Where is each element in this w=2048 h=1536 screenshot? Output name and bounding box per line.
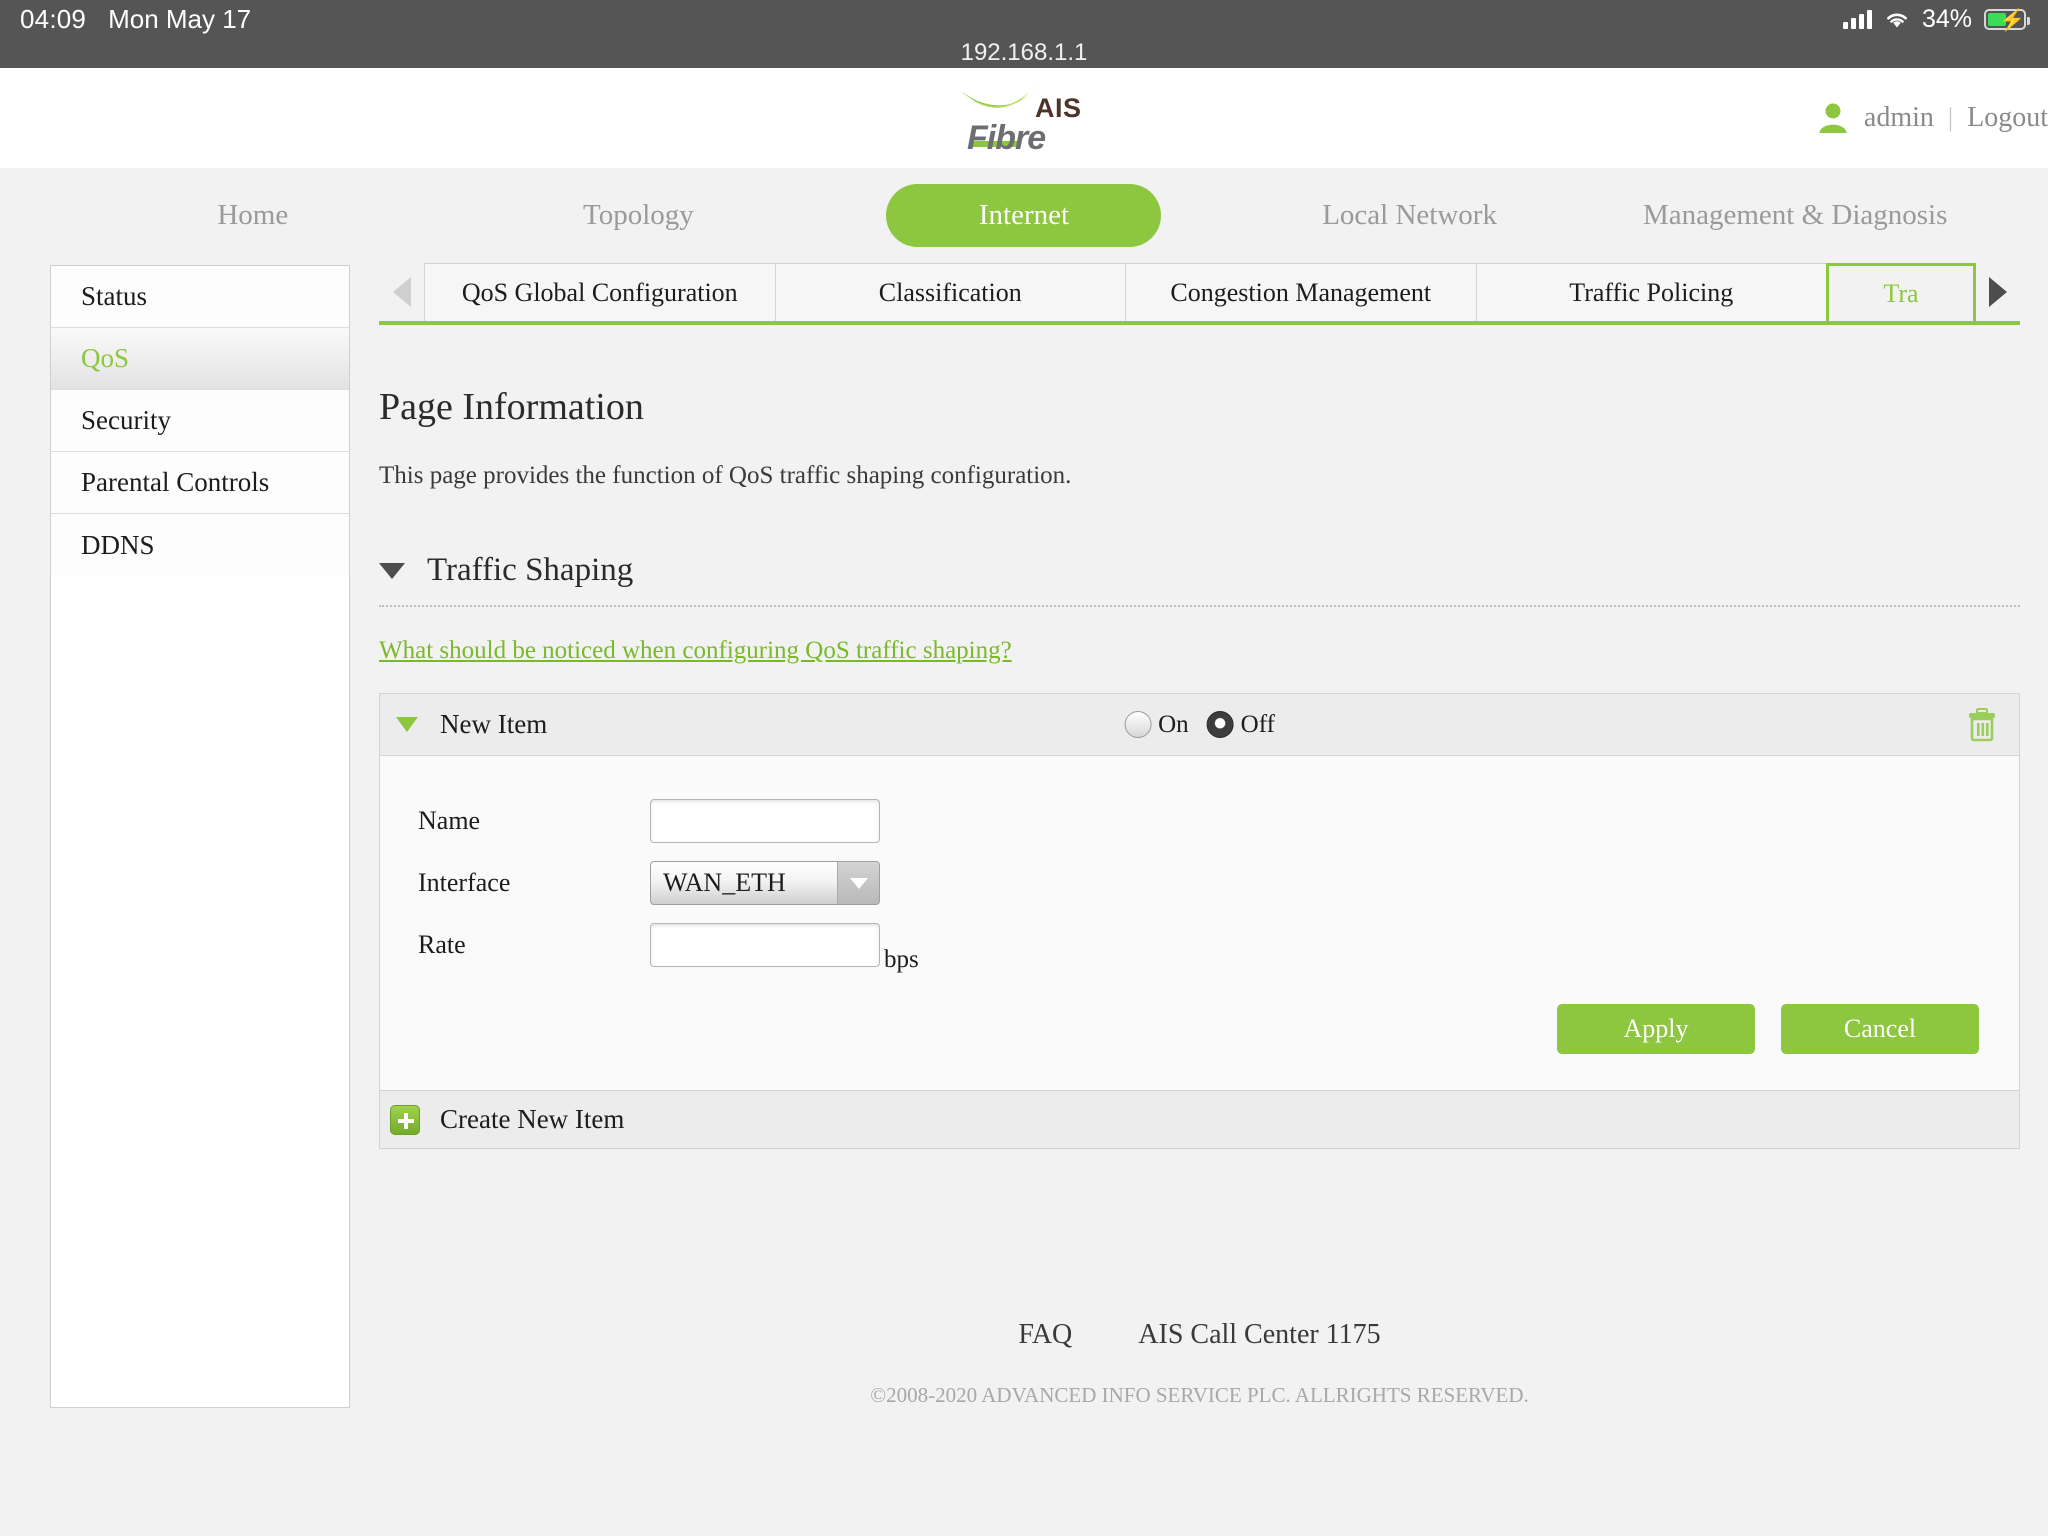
ais-fibre-logo: AIS Fibre [959,79,1089,157]
router-web-ui: AIS Fibre admin | Logout Home Topology I… [0,68,2048,1536]
username-label: admin [1863,102,1934,133]
tab-classification[interactable]: Classification [774,263,1126,321]
nav-item-local-network[interactable]: Local Network [1217,184,1603,247]
interface-select[interactable]: WAN_ETH [650,861,880,905]
interface-selected-value: WAN_ETH [663,868,786,897]
item-title: New Item [440,709,548,739]
sub-tab-bar: QoS Global Configuration Classification … [379,263,2020,325]
nav-cell-topology: Topology [446,184,832,247]
sidebar-item-qos[interactable]: QoS [51,328,349,390]
qos-hint-link[interactable]: What should be noticed when configuring … [379,637,1012,665]
rate-unit-label: bps [884,946,919,973]
content-area: QoS Global Configuration Classification … [379,263,2020,1408]
wifi-icon [1884,9,1910,29]
tab-congestion-management[interactable]: Congestion Management [1125,263,1477,321]
name-input[interactable] [650,799,880,843]
sidebar-item-security[interactable]: Security [51,390,349,452]
nav-cell-internet: Internet [831,184,1217,247]
field-row-rate: Rate bps [380,914,2019,976]
name-label: Name [418,806,481,835]
item-collapse-chevron-icon[interactable] [396,717,418,732]
nav-item-topology[interactable]: Topology [446,184,832,247]
tab-traffic-policing[interactable]: Traffic Policing [1475,263,1827,321]
interface-label: Interface [418,868,511,897]
nav-item-management-diagnosis[interactable]: Management & Diagnosis [1602,184,1988,247]
apply-button[interactable]: Apply [1557,1004,1755,1054]
logout-link[interactable]: Logout [1967,102,2048,134]
tabs-scroll-right-button[interactable] [1975,263,2020,321]
radio-on-label: On [1158,710,1189,738]
sidebar-item-parental-controls[interactable]: Parental Controls [51,452,349,514]
main-navigation: Home Topology Internet Local Network Man… [0,168,2048,263]
rate-input[interactable] [650,923,880,967]
field-row-interface: Interface WAN_ETH [380,852,2019,914]
section-title: Traffic Shaping [427,552,634,588]
create-new-item-row[interactable]: Create New Item [380,1090,2019,1148]
tab-traffic-shaping[interactable]: Tra [1826,263,1976,321]
nav-item-internet[interactable]: Internet [886,184,1162,247]
item-panel-header: New Item On Off [380,694,2019,756]
form-buttons: Apply Cancel [380,976,2019,1060]
footer-copyright: ©2008-2020 ADVANCED INFO SERVICE PLC. AL… [870,1383,1529,1407]
nav-cell-management: Management & Diagnosis [1602,184,1988,247]
sidebar-menu: Status QoS Security Parental Controls DD… [50,265,350,1408]
radio-off-circle[interactable] [1206,711,1234,738]
item-panel-body: Name Interface WAN_ETH Rate bps Apply Ca… [380,756,2019,1090]
chevron-left-icon [392,277,411,307]
traffic-shaping-section-header[interactable]: Traffic Shaping [379,552,2020,607]
footer-link-call-center[interactable]: AIS Call Center 1175 [1138,1319,1380,1351]
tab-qos-global-configuration[interactable]: QoS Global Configuration [424,263,776,321]
footer-links: FAQ AIS Call Center 1175 [379,1319,2020,1351]
browser-url-bar[interactable]: 192.168.1.1 [0,38,2048,68]
plus-icon[interactable] [390,1104,420,1135]
traffic-shaping-item-panel: New Item On Off Name Interface WAN_ETH R… [379,693,2020,1149]
tabs-scroll-left-button[interactable] [379,263,424,321]
ios-status-bar: 04:09 Mon May 17 34% ⚡ [0,0,2048,38]
nav-cell-local-network: Local Network [1217,184,1603,247]
logo-fibre-text: Fibre [967,119,1046,157]
radio-option-on[interactable]: On [1124,711,1189,739]
enable-radio-group: On Off [1124,711,1275,739]
page-footer: FAQ AIS Call Center 1175 ©2008-2020 ADVA… [379,1319,2020,1408]
nav-cell-home: Home [60,184,446,247]
battery-charging-icon: ⚡ [1984,8,2030,32]
status-bar-date: Mon May 17 [108,3,252,34]
site-header: AIS Fibre admin | Logout [0,68,2048,168]
chevron-right-icon [1988,277,2007,307]
signal-bars-icon [1842,9,1872,29]
page-body: Status QoS Security Parental Controls DD… [0,263,2048,1408]
user-divider: | [1947,103,1954,132]
nav-item-home[interactable]: Home [60,184,446,247]
user-avatar-icon [1816,101,1850,135]
battery-percent-label: 34% [1921,4,1972,33]
status-bar-time: 04:09 [20,3,87,34]
ais-swoosh-icon [959,83,1041,117]
trash-icon[interactable] [1967,707,1997,742]
page-title: Page Information [379,386,644,428]
rate-label: Rate [418,930,466,959]
chevron-down-icon[interactable] [837,862,879,904]
footer-link-faq[interactable]: FAQ [1018,1319,1072,1351]
field-row-name: Name [380,790,2019,852]
radio-option-off[interactable]: Off [1206,710,1275,739]
radio-on-circle[interactable] [1124,711,1152,738]
status-bar-right: 34% ⚡ [1842,0,2030,38]
page-description: This page provides the function of QoS t… [379,462,1072,489]
radio-off-label: Off [1240,710,1275,738]
cancel-button[interactable]: Cancel [1781,1004,1979,1054]
status-bar-left: 04:09 Mon May 17 [0,4,251,35]
user-area: admin | Logout [1816,101,2048,135]
sidebar-item-status[interactable]: Status [51,266,349,328]
create-new-item-label: Create New Item [440,1104,625,1134]
chevron-down-icon [379,562,405,579]
url-text: 192.168.1.1 [960,39,1088,66]
sidebar-item-ddns[interactable]: DDNS [51,514,349,576]
